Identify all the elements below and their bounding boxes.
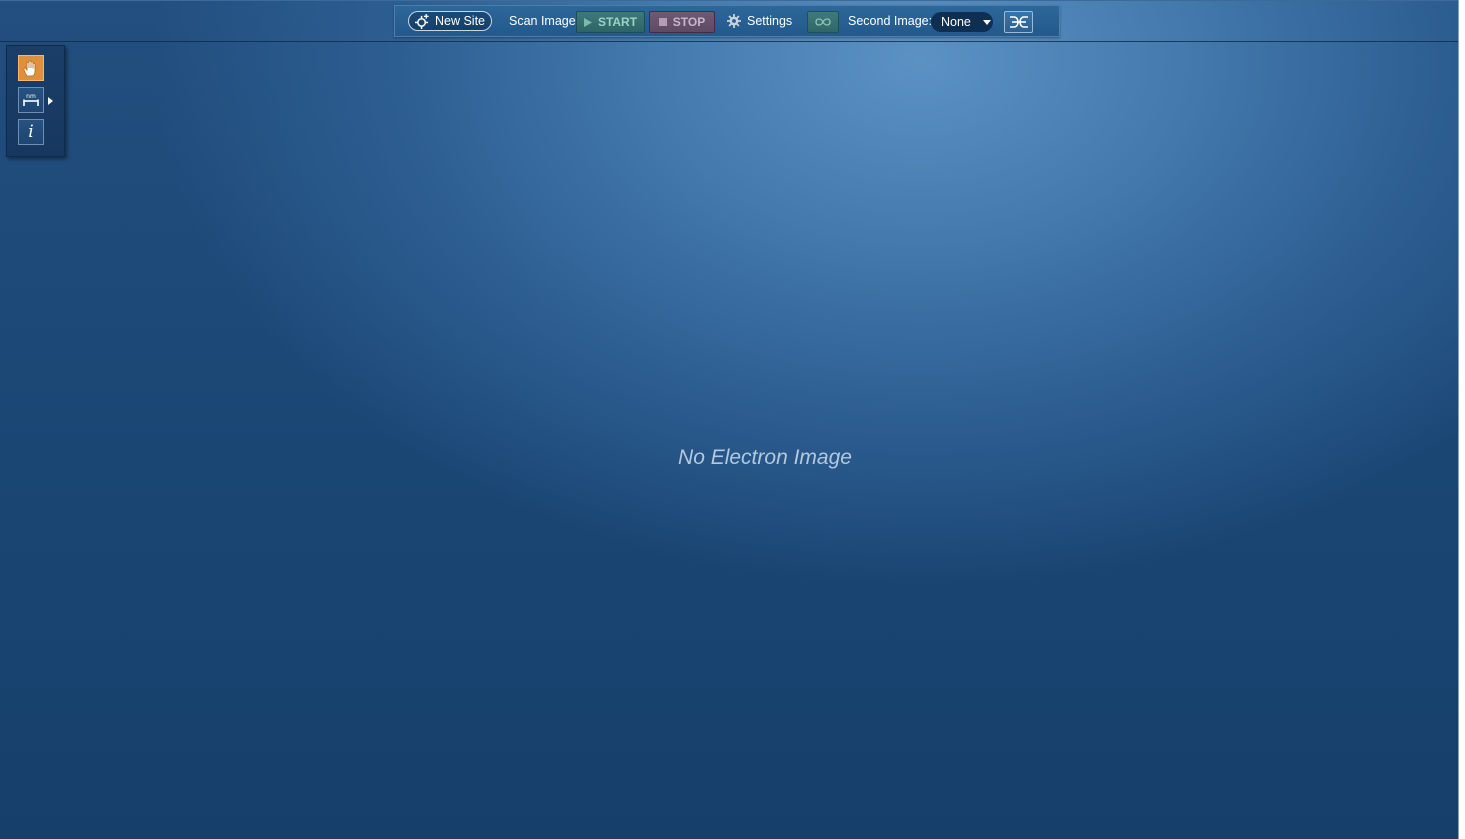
align-images-button[interactable] xyxy=(1004,11,1033,33)
image-viewport[interactable] xyxy=(0,0,1459,839)
toolbar-divider xyxy=(0,41,1458,42)
ruler-icon: nm xyxy=(23,93,39,106)
gear-icon xyxy=(727,14,741,28)
chevron-down-icon xyxy=(982,19,991,25)
new-site-icon xyxy=(414,13,429,29)
svg-text:nm: nm xyxy=(26,93,36,100)
stop-label: STOP xyxy=(672,15,706,29)
measure-tool-button[interactable]: nm xyxy=(18,87,44,113)
top-edge-line xyxy=(0,0,1458,1)
second-image-select[interactable]: None xyxy=(931,12,993,32)
acquisition-toolbar: New Site Scan Image START STOP Settings xyxy=(394,5,1060,37)
infinity-icon xyxy=(815,18,831,26)
stop-icon xyxy=(658,18,667,26)
no-image-message: No Electron Image xyxy=(678,446,852,469)
submenu-arrow-icon[interactable] xyxy=(48,97,53,105)
start-label: START xyxy=(597,15,638,29)
second-image-label: Second Image: xyxy=(848,14,933,28)
settings-button[interactable]: Settings xyxy=(727,6,792,36)
tool-palette: nm i xyxy=(6,45,65,157)
settings-label: Settings xyxy=(747,14,793,28)
scan-image-label: Scan Image xyxy=(509,14,576,28)
right-scrollbar-strip xyxy=(1458,0,1465,839)
new-site-label: New Site xyxy=(434,14,486,28)
info-tool-button[interactable]: i xyxy=(18,119,44,145)
align-images-icon xyxy=(1009,16,1028,28)
pan-tool-button[interactable] xyxy=(18,55,44,81)
start-button[interactable]: START xyxy=(576,11,645,33)
second-image-value: None xyxy=(941,15,971,29)
info-icon: i xyxy=(28,122,34,142)
stop-button[interactable]: STOP xyxy=(649,11,715,33)
play-icon xyxy=(583,17,592,27)
new-site-button[interactable]: New Site xyxy=(408,11,492,31)
hand-icon xyxy=(23,59,36,76)
continuous-scan-button[interactable] xyxy=(807,11,839,33)
